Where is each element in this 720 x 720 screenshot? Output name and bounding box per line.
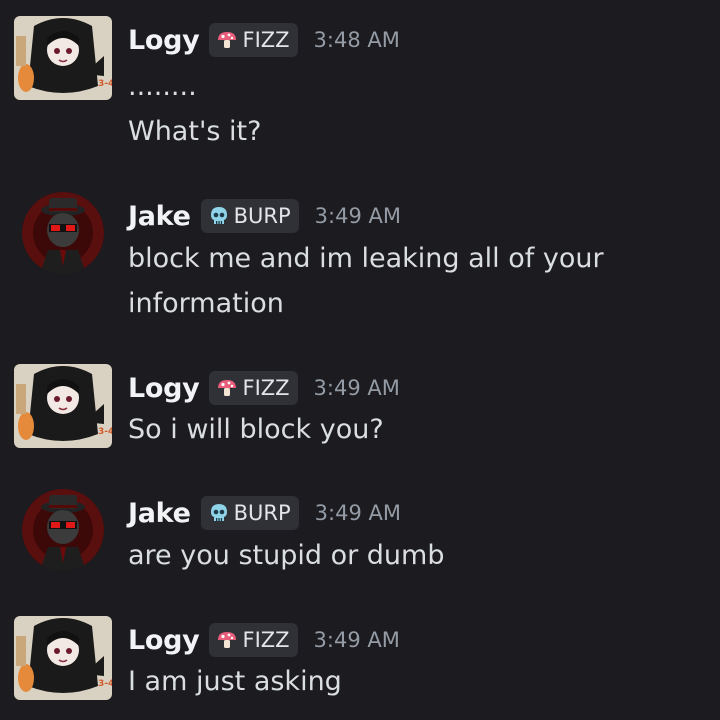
- guild-tag[interactable]: BURP: [200, 199, 299, 233]
- skull-icon: [207, 501, 231, 525]
- avatar-jake[interactable]: [22, 192, 104, 274]
- mushroom-icon: [215, 628, 239, 652]
- timestamp[interactable]: 3:49 AM: [314, 376, 400, 400]
- guild-tag[interactable]: FIZZ: [209, 623, 298, 657]
- guild-tag-label: BURP: [233, 501, 291, 525]
- username[interactable]: Logy: [128, 373, 200, 404]
- message-text: So i will block you?: [128, 414, 384, 445]
- message-text: are you stupid or dumb: [128, 540, 445, 571]
- message-text: I am just asking: [128, 666, 342, 697]
- timestamp[interactable]: 3:48 AM: [314, 28, 400, 52]
- message-header: Logy FIZZ 3:49 AM: [128, 620, 400, 660]
- timestamp[interactable]: 3:49 AM: [314, 628, 400, 652]
- avatar-logy[interactable]: 3-4: [14, 364, 112, 448]
- timestamp[interactable]: 3:49 AM: [315, 204, 401, 228]
- avatar-jake[interactable]: [22, 489, 104, 571]
- guild-tag[interactable]: FIZZ: [209, 371, 298, 405]
- timestamp[interactable]: 3:49 AM: [315, 501, 401, 525]
- svg-text:3-4: 3-4: [98, 79, 112, 89]
- svg-text:3-4: 3-4: [98, 679, 112, 689]
- guild-tag-label: FIZZ: [242, 28, 290, 52]
- message-text: block me and im leaking all of your: [128, 243, 604, 274]
- username[interactable]: Logy: [128, 25, 200, 56]
- guild-tag-label: FIZZ: [242, 628, 290, 652]
- message-header: Jake BURP 3:49 AM: [128, 493, 401, 533]
- message-text: ........: [128, 71, 197, 102]
- chat-log: 3-4 Logy FIZZ 3:48 AM ........ What's it…: [0, 0, 720, 720]
- username[interactable]: Jake: [128, 201, 191, 232]
- avatar-logy[interactable]: 3-4: [14, 16, 112, 100]
- username[interactable]: Jake: [128, 498, 191, 529]
- username[interactable]: Logy: [128, 625, 200, 656]
- message-header: Logy FIZZ 3:48 AM: [128, 20, 400, 60]
- svg-text:3-4: 3-4: [98, 427, 112, 437]
- mushroom-icon: [215, 28, 239, 52]
- guild-tag-label: FIZZ: [242, 376, 290, 400]
- message-text: information: [128, 288, 284, 319]
- message-header: Jake BURP 3:49 AM: [128, 196, 401, 236]
- avatar-logy[interactable]: 3-4: [14, 616, 112, 700]
- mushroom-icon: [215, 376, 239, 400]
- skull-icon: [207, 204, 231, 228]
- message-text: What's it?: [128, 116, 262, 147]
- guild-tag[interactable]: BURP: [200, 496, 299, 530]
- guild-tag-label: BURP: [233, 204, 291, 228]
- guild-tag[interactable]: FIZZ: [209, 23, 298, 57]
- message-header: Logy FIZZ 3:49 AM: [128, 368, 400, 408]
